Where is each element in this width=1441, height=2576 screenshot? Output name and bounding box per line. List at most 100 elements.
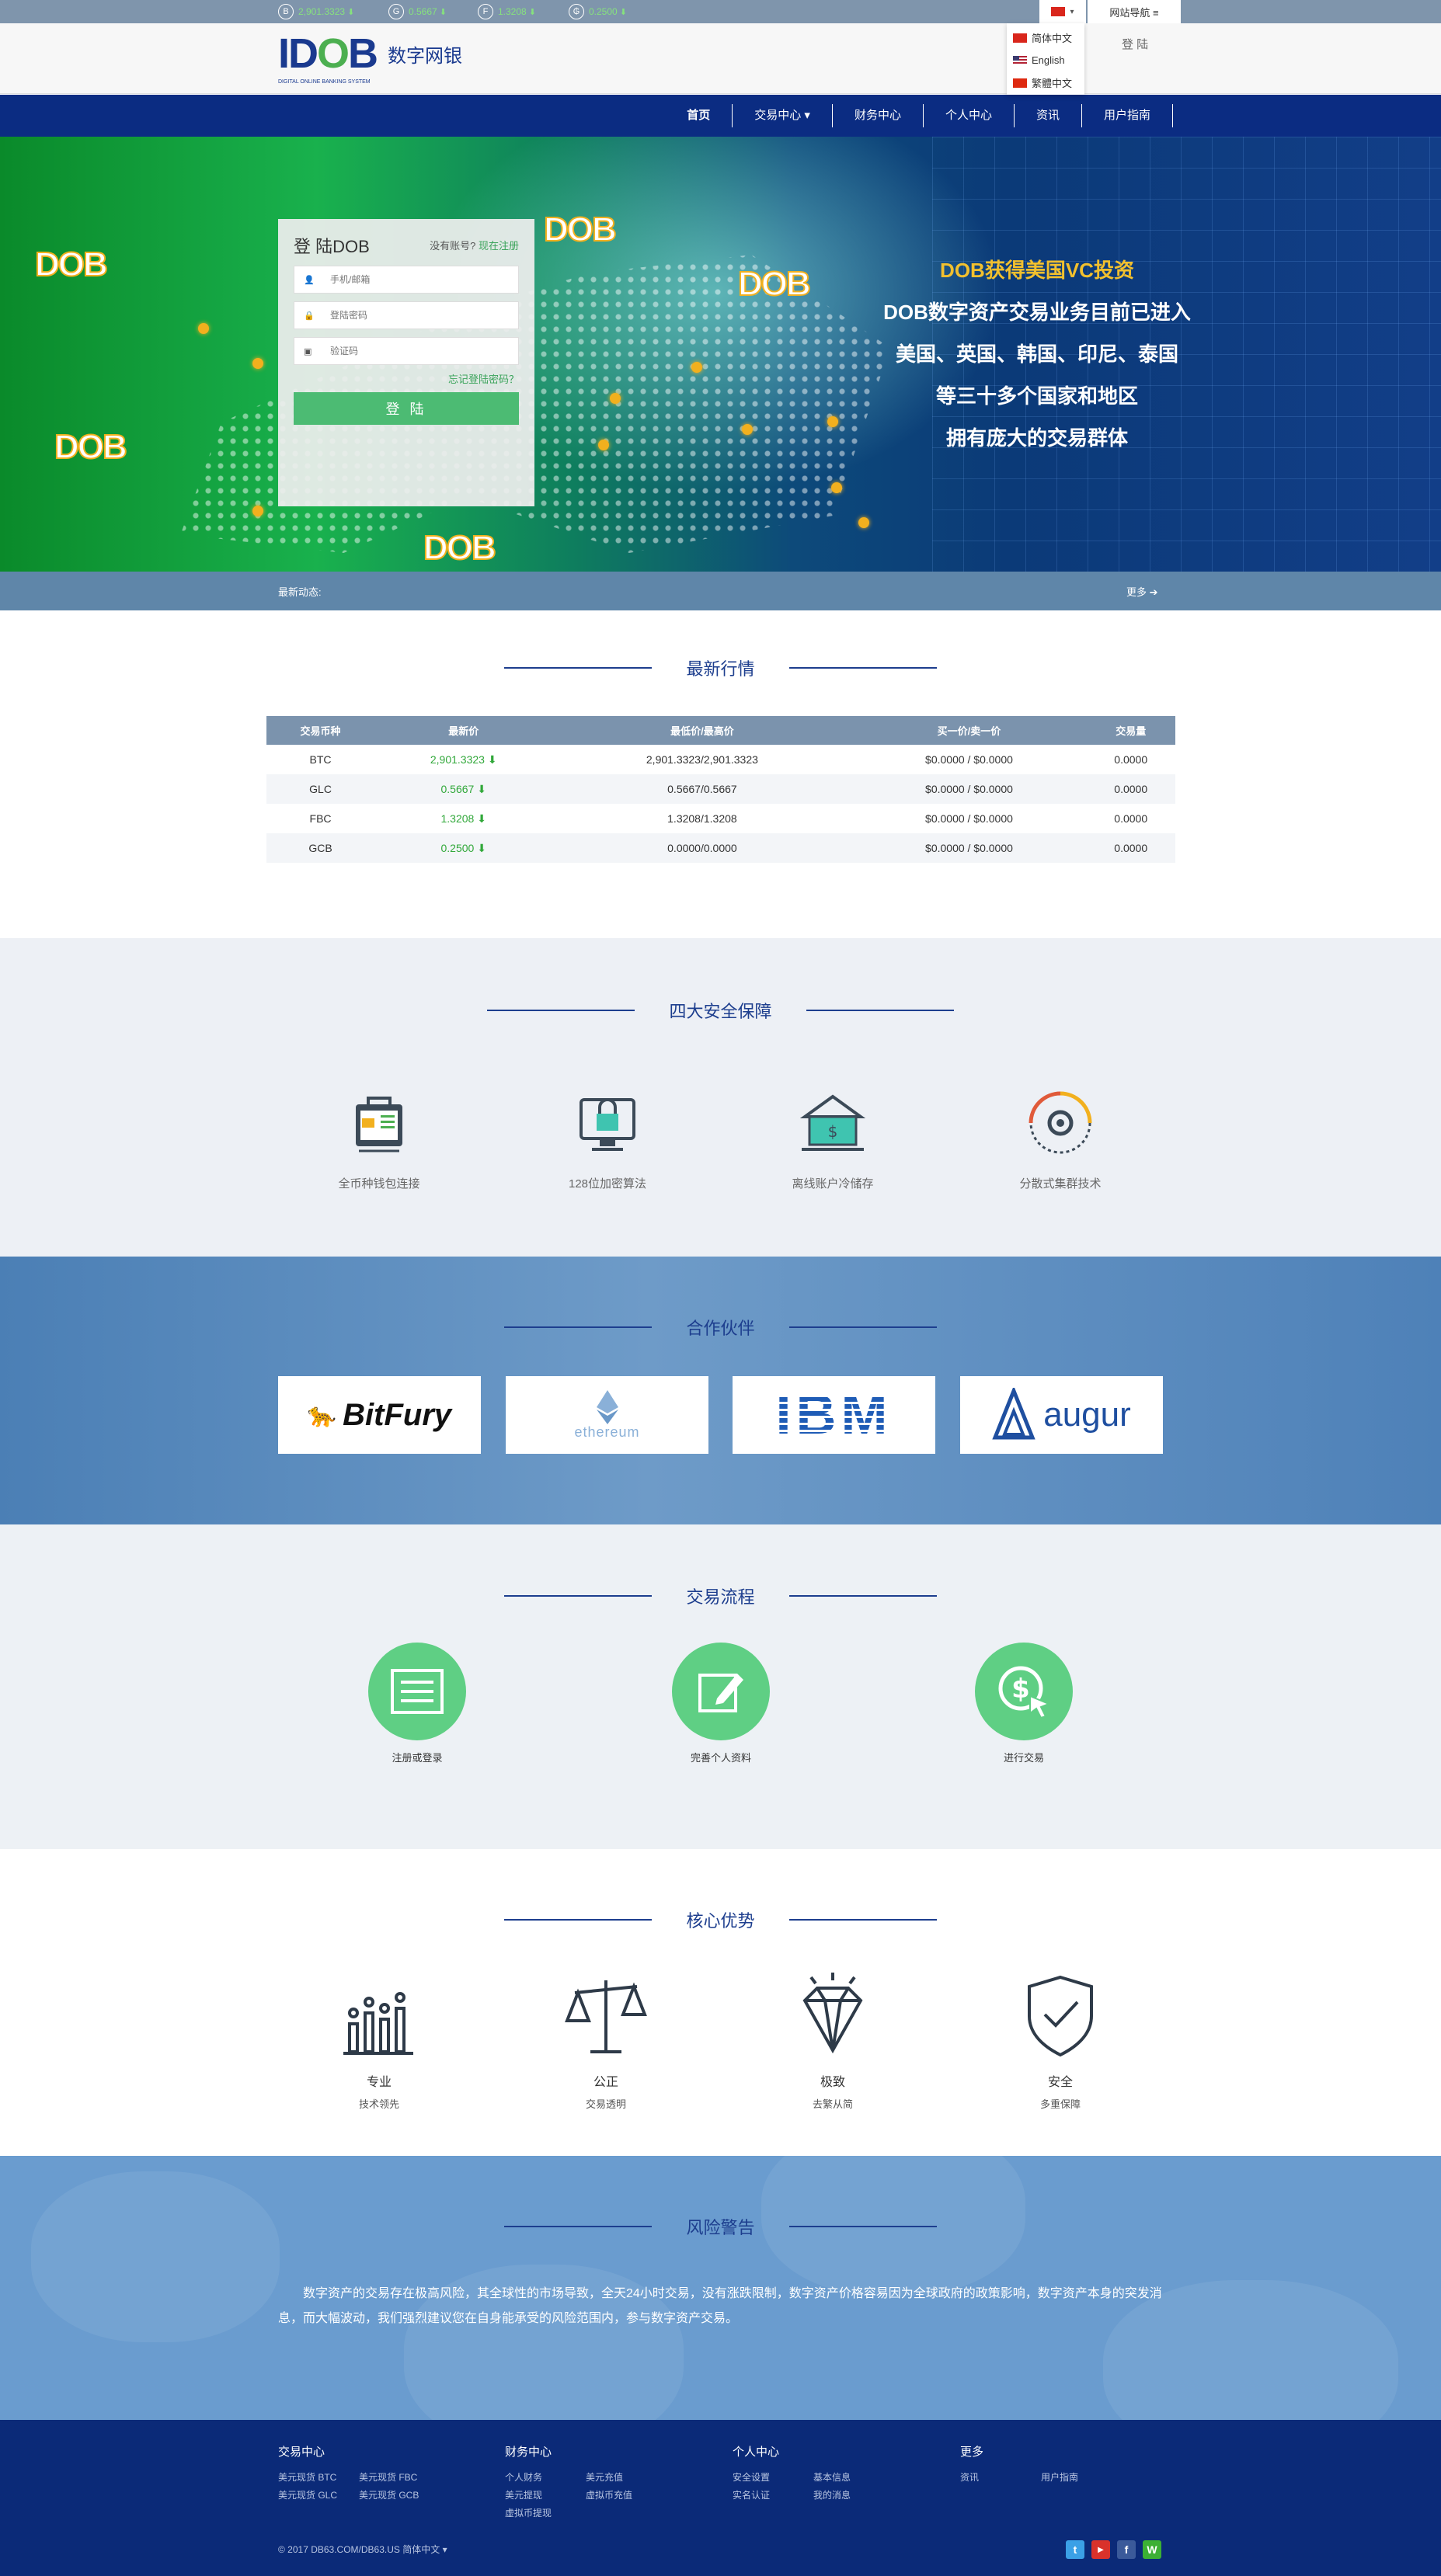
step-label: 进行交易 [1003,1752,1044,1764]
feature-label: 128位加密算法 [568,1177,647,1191]
copyright-text[interactable]: © 2017 DB63.COM/DB63.US 简体中文 ▾ [278,2543,447,2556]
language-dropdown: 简体中文 English 繁體中文 [1007,23,1084,95]
table-row[interactable]: FBC 1.3208 ⬇ 1.3208/1.3208 $0.0000 / $0.… [266,804,1175,833]
nav-finance-center[interactable]: 财务中心 [833,104,924,127]
facebook-icon[interactable]: f [1117,2540,1136,2559]
password-field[interactable]: 🔒 [294,301,519,329]
process-section-title: 交易流程 [0,1584,1441,1608]
hero-line: 美国、英国、韩国、印尼、泰国 [895,342,1178,366]
down-arrow-icon: ⬇ [528,7,536,17]
header-login-link[interactable]: 登 陆 [1122,36,1148,52]
footer-link[interactable]: 虚拟币提现 [505,2505,586,2522]
lang-label: 繁體中文 [1032,78,1073,89]
nav-personal-center[interactable]: 个人中心 [924,104,1015,127]
footer-link[interactable]: 用户指南 [1041,2469,1122,2487]
col-header: 交易量 [1086,716,1175,745]
logo-tagline: DIGITAL ONLINE BANKING SYSTEM [278,79,371,85]
col-header: 买一价/卖一价 [851,716,1087,745]
security-section: 四大安全保障 全币种钱包连接 128位加密算法 $ 离线账户冷储存 分散式集群技… [0,938,1441,1257]
register-link[interactable]: 现在注册 [479,240,519,252]
footer-link[interactable]: 美元现货 GLC [278,2487,359,2505]
login-submit-button[interactable]: 登 陆 [294,392,519,425]
footer-link[interactable]: 我的消息 [813,2487,894,2505]
footer-link[interactable]: 虚拟币充值 [586,2487,667,2505]
language-selector[interactable]: ▾ [1039,0,1086,23]
footer-link[interactable]: 美元现货 GCB [359,2487,440,2505]
form-icon [391,1669,444,1714]
partner-ethereum[interactable]: ethereum [506,1376,708,1454]
step-register[interactable]: 注册或登录 [332,1643,503,1764]
step-profile[interactable]: 完善个人资料 [635,1643,806,1764]
ethereum-diamond-icon [596,1389,618,1424]
security-section-title: 四大安全保障 [0,999,1441,1022]
ticker-item-glc[interactable]: G 0.5667 ⬇ [388,4,447,19]
captcha-input[interactable] [330,346,501,356]
footer-col-title: 个人中心 [733,2446,780,2459]
user-icon: 👤 [304,275,315,285]
core-advantages-section: 核心优势 专业 技术领先 公正 交易透明 极致 去繁从简 安全 多重保障 [0,1849,1441,2156]
ticker-item-btc[interactable]: B 2,901.3323 ⬇ [278,4,354,19]
partner-ibm[interactable]: IBM [733,1376,935,1454]
news-more-link[interactable]: 更多 ➔ [1126,584,1158,599]
footer-link[interactable]: 美元充值 [586,2469,667,2487]
lang-option-en[interactable]: English [1013,49,1078,71]
footer-link[interactable]: 实名认证 [733,2487,813,2505]
account-input[interactable] [330,274,501,285]
advantage-subtitle: 技术领先 [358,2098,399,2110]
footer-link[interactable]: 美元现货 FBC [359,2469,440,2487]
footer-link[interactable]: 美元提现 [505,2487,586,2505]
lang-option-zh-cn[interactable]: 简体中文 [1013,26,1078,49]
step-trade[interactable]: $ 进行交易 [938,1643,1109,1764]
advantage-ultimate: 极致 去繁从简 [755,1969,910,2111]
diamond-icon [802,1973,863,2054]
youtube-icon[interactable]: ▶ [1091,2540,1110,2559]
scale-icon [565,1980,647,2053]
table-row[interactable]: GLC 0.5667 ⬇ 0.5667/0.5667 $0.0000 / $0.… [266,774,1175,804]
captcha-field[interactable]: ▣ [294,337,519,365]
col-header: 交易币种 [266,716,375,745]
captcha-icon: ▣ [304,346,312,356]
table-row[interactable]: BTC 2,901.3323 ⬇ 2,901.3323/2,901.3323 $… [266,745,1175,774]
dob-badge-logo: DOB [34,245,109,284]
ticker-item-gcb[interactable]: ₲ 0.2500 ⬇ [569,4,627,19]
feature-label: 离线账户冷储存 [792,1177,874,1191]
hero-banner: DOB DOB DOB DOB DOB DOB获得美国VC投资 DOB数字资产交… [0,137,1441,572]
footer-link[interactable]: 美元现货 BTC [278,2469,359,2487]
nav-user-guide[interactable]: 用户指南 [1082,104,1173,127]
table-row[interactable]: GCB 0.2500 ⬇ 0.0000/0.0000 $0.0000 / $0.… [266,833,1175,863]
footer-link[interactable]: 资讯 [960,2469,1041,2487]
site-logo[interactable]: IDOB DIGITAL ONLINE BANKING SYSTEM 数字网银 [278,33,462,85]
password-input[interactable] [330,310,501,321]
ticker-item-fbc[interactable]: F 1.3208 ⬇ [478,4,536,19]
nav-trading-center[interactable]: 交易中心 ▾ [732,104,833,127]
forgot-password-link[interactable]: 忘记登陆密码？ [294,371,519,386]
nav-home[interactable]: 首页 [665,104,732,127]
feature-cold-storage: $ 离线账户冷储存 [740,1084,926,1191]
down-arrow-icon: ⬇ [619,7,627,17]
advantage-professional: 专业 技术领先 [301,1969,457,2111]
wechat-icon[interactable]: W [1143,2540,1161,2559]
bitfury-logo-icon: 🐆 [307,1402,337,1428]
us-flag-icon [1013,55,1027,65]
footer-link[interactable]: 个人财务 [505,2469,586,2487]
news-label: 最新动态: [278,586,322,598]
account-field[interactable]: 👤 [294,266,519,294]
step-label: 注册或登录 [392,1752,443,1764]
risk-warning-text: 数字资产的交易存在极高风险，其全球性的市场导致，全天24小时交易，没有涨跌限制，… [278,2287,1162,2325]
down-arrow-icon: ⬇ [347,7,355,17]
nav-news[interactable]: 资讯 [1015,104,1082,127]
footer-link[interactable]: 基本信息 [813,2469,894,2487]
partner-augur[interactable]: augur [960,1376,1163,1454]
hero-line: 等三十多个国家和地区 [935,384,1138,408]
twitter-icon[interactable]: t [1066,2540,1084,2559]
advantage-subtitle: 多重保障 [1039,2098,1081,2110]
site-navigation-button[interactable]: 网站导航 ≡ [1088,0,1181,23]
footer-link[interactable]: 安全设置 [733,2469,813,2487]
section-title-text: 最新行情 [686,659,755,679]
lang-option-zh-tw[interactable]: 繁體中文 [1013,71,1078,94]
lang-label: English [1032,54,1065,66]
advantage-fair: 公正 交易透明 [528,1969,684,2111]
risk-section-title: 风险警告 [0,2215,1441,2238]
partner-bitfury[interactable]: 🐆 BitFury [278,1376,481,1454]
partners-section: 合作伙伴 🐆 BitFury ethereum IBM augur [0,1257,1441,1524]
